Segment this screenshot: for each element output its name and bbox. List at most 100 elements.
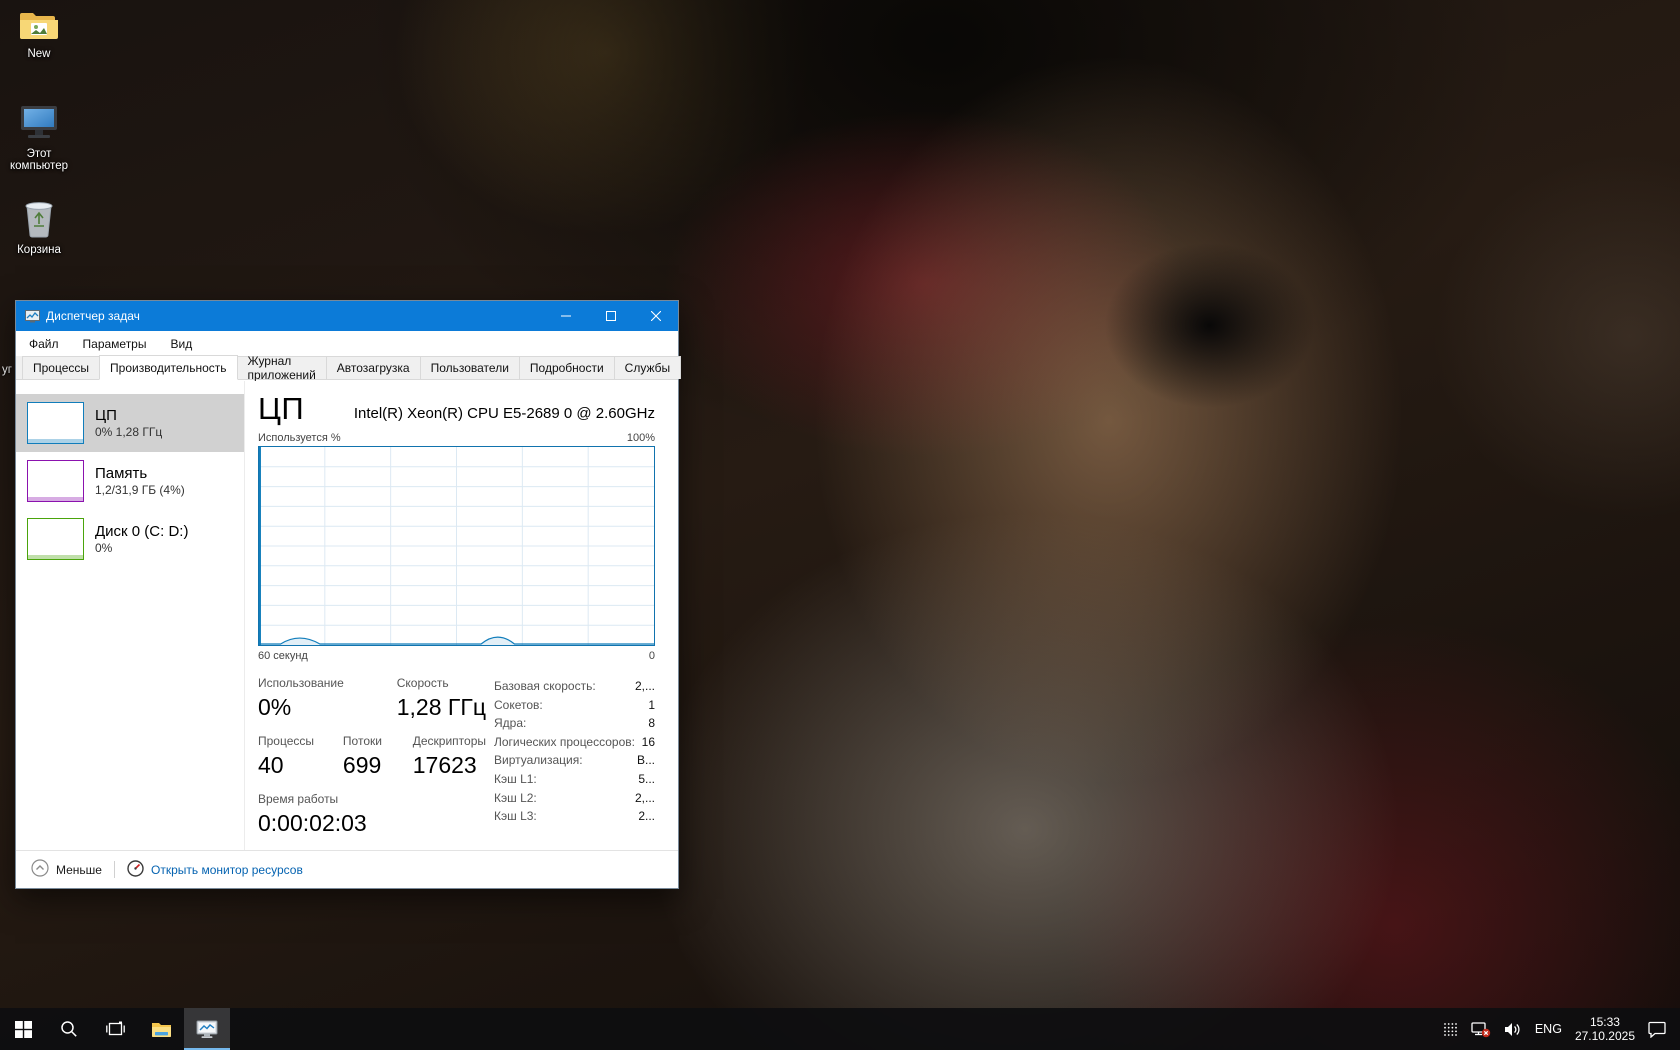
network-disconnected-icon — [1471, 1021, 1491, 1038]
cpu-details-list: Базовая скорость: 2,... Сокетов: 1 Ядра:… — [494, 676, 655, 850]
speed-value: 1,28 ГГц — [397, 693, 486, 721]
action-center-button[interactable] — [1648, 1021, 1666, 1038]
desktop-icon-label: New — [27, 48, 50, 60]
sidebar-item-cpu[interactable]: ЦП 0% 1,28 ГГц — [16, 394, 244, 452]
open-resource-monitor-link[interactable]: Открыть монитор ресурсов — [127, 860, 303, 880]
volume-button[interactable] — [1504, 1022, 1522, 1037]
chevron-up-circle-icon — [31, 859, 49, 880]
speed-label: Скорость — [397, 676, 486, 690]
cpu-model-name: Intel(R) Xeon(R) CPU E5-2689 0 @ 2.60GHz — [354, 405, 655, 425]
footer-separator — [114, 861, 115, 878]
task-manager-window: Диспетчер задач Файл Параметры Вид Проце… — [15, 300, 679, 889]
threads-label: Потоки — [343, 734, 387, 748]
performance-content: ЦП 0% 1,28 ГГц Память 1,2/31,9 ГБ (4%) — [16, 381, 678, 850]
task-manager-icon — [196, 1020, 218, 1039]
menu-file[interactable]: Файл — [29, 337, 59, 351]
system-tray: ENG 15:33 27.10.2025 — [1443, 1008, 1680, 1050]
sidebar-disk-title: Диск 0 (C: D:) — [95, 523, 188, 541]
chart-axis-top-right: 100% — [627, 432, 655, 444]
tab-users[interactable]: Пользователи — [420, 356, 520, 379]
file-explorer-button[interactable] — [138, 1008, 184, 1050]
desktop-icon-label: Этот компьютер — [10, 148, 68, 172]
detail-row: Кэш L1: 5... — [494, 770, 655, 789]
usage-label: Использование — [258, 676, 371, 690]
cpu-thumbnail-chart — [27, 402, 84, 444]
memory-thumbnail-chart — [27, 460, 84, 502]
desktop-icon-recycle-bin[interactable]: Корзина — [0, 198, 78, 256]
desktop-icon-new-folder[interactable]: New — [0, 8, 78, 60]
resource-monitor-gauge-icon — [127, 860, 144, 880]
task-view-button[interactable] — [92, 1008, 138, 1050]
detail-row: Виртуализация: В... — [494, 751, 655, 770]
cpu-panel: ЦП Intel(R) Xeon(R) CPU E5-2689 0 @ 2.60… — [245, 381, 678, 850]
desktop-icon-this-pc[interactable]: Этот компьютер — [0, 104, 78, 172]
chart-axis-bottom-right: 0 — [649, 650, 655, 662]
network-status-button[interactable] — [1471, 1021, 1491, 1038]
fewer-details-button[interactable]: Меньше — [31, 859, 102, 880]
hidden-icons-button[interactable] — [1443, 1022, 1458, 1037]
sidebar-memory-title: Память — [95, 465, 185, 483]
tab-performance[interactable]: Производительность — [99, 355, 237, 380]
maximize-button[interactable] — [588, 301, 633, 331]
computer-icon — [0, 104, 78, 145]
sidebar-cpu-title: ЦП — [95, 407, 162, 425]
tab-details[interactable]: Подробности — [519, 356, 615, 379]
sidebar-disk-subtitle: 0% — [95, 541, 188, 556]
processes-label: Процессы — [258, 734, 317, 748]
handles-label: Дескрипторы — [413, 734, 486, 748]
recycle-bin-icon — [0, 198, 78, 241]
detail-row: Логических процессоров: 16 — [494, 733, 655, 752]
sidebar-item-memory[interactable]: Память 1,2/31,9 ГБ (4%) — [16, 452, 244, 510]
task-manager-app-icon — [25, 309, 40, 324]
menu-options[interactable]: Параметры — [83, 337, 147, 351]
windows-logo-icon — [15, 1021, 32, 1038]
clock[interactable]: 15:33 27.10.2025 — [1575, 1015, 1635, 1043]
start-button[interactable] — [0, 1008, 46, 1050]
performance-sidebar: ЦП 0% 1,28 ГГц Память 1,2/31,9 ГБ (4%) — [16, 381, 245, 850]
disk-thumbnail-chart — [27, 518, 84, 560]
detail-row: Сокетов: 1 — [494, 696, 655, 715]
search-button[interactable] — [46, 1008, 92, 1050]
cpu-usage-chart — [258, 446, 655, 646]
desktop-icon-label-fragment: уг — [2, 364, 12, 376]
handles-value: 17623 — [413, 751, 486, 779]
uptime-value: 0:00:02:03 — [258, 809, 367, 837]
tab-services[interactable]: Службы — [614, 356, 681, 379]
sidebar-item-disk0[interactable]: Диск 0 (C: D:) 0% — [16, 510, 244, 568]
speaker-icon — [1504, 1022, 1522, 1037]
clock-date: 27.10.2025 — [1575, 1029, 1635, 1043]
detail-row: Ядра: 8 — [494, 714, 655, 733]
chart-axis-top-left: Используется % — [258, 432, 341, 444]
menu-view[interactable]: Вид — [170, 337, 192, 351]
file-explorer-icon — [151, 1021, 172, 1038]
folder-icon — [0, 8, 78, 45]
processes-value: 40 — [258, 751, 317, 779]
task-view-icon — [106, 1021, 125, 1037]
tab-startup[interactable]: Автозагрузка — [326, 356, 421, 379]
desktop-icon-label: Корзина — [17, 244, 61, 256]
sidebar-memory-subtitle: 1,2/31,9 ГБ (4%) — [95, 483, 185, 498]
cpu-usage-chart-svg — [259, 447, 654, 645]
minimize-button[interactable] — [543, 301, 588, 331]
window-footer: Меньше Открыть монитор ресурсов — [16, 850, 678, 888]
cpu-stats: Использование 0% Скорость 1,28 ГГц Проце… — [258, 676, 655, 850]
threads-value: 699 — [343, 751, 387, 779]
detail-row: Кэш L2: 2,... — [494, 789, 655, 808]
action-center-icon — [1648, 1021, 1666, 1038]
detail-row: Кэш L3: 2... — [494, 807, 655, 826]
tab-strip: Процессы Производительность Журнал прило… — [16, 356, 678, 380]
tab-processes[interactable]: Процессы — [22, 356, 100, 379]
clock-time: 15:33 — [1575, 1015, 1635, 1029]
task-manager-taskbar-button[interactable] — [184, 1008, 230, 1050]
taskbar: ENG 15:33 27.10.2025 — [0, 1008, 1680, 1050]
language-indicator[interactable]: ENG — [1535, 1022, 1562, 1036]
tab-app-history[interactable]: Журнал приложений — [237, 356, 327, 379]
dotted-grid-icon — [1443, 1022, 1458, 1037]
close-button[interactable] — [633, 301, 678, 331]
sidebar-cpu-subtitle: 0% 1,28 ГГц — [95, 425, 162, 440]
usage-value: 0% — [258, 693, 371, 721]
detail-row: Базовая скорость: 2,... — [494, 677, 655, 696]
chart-axis-bottom-left: 60 секунд — [258, 650, 308, 662]
window-titlebar[interactable]: Диспетчер задач — [16, 301, 678, 331]
window-title: Диспетчер задач — [46, 309, 543, 323]
